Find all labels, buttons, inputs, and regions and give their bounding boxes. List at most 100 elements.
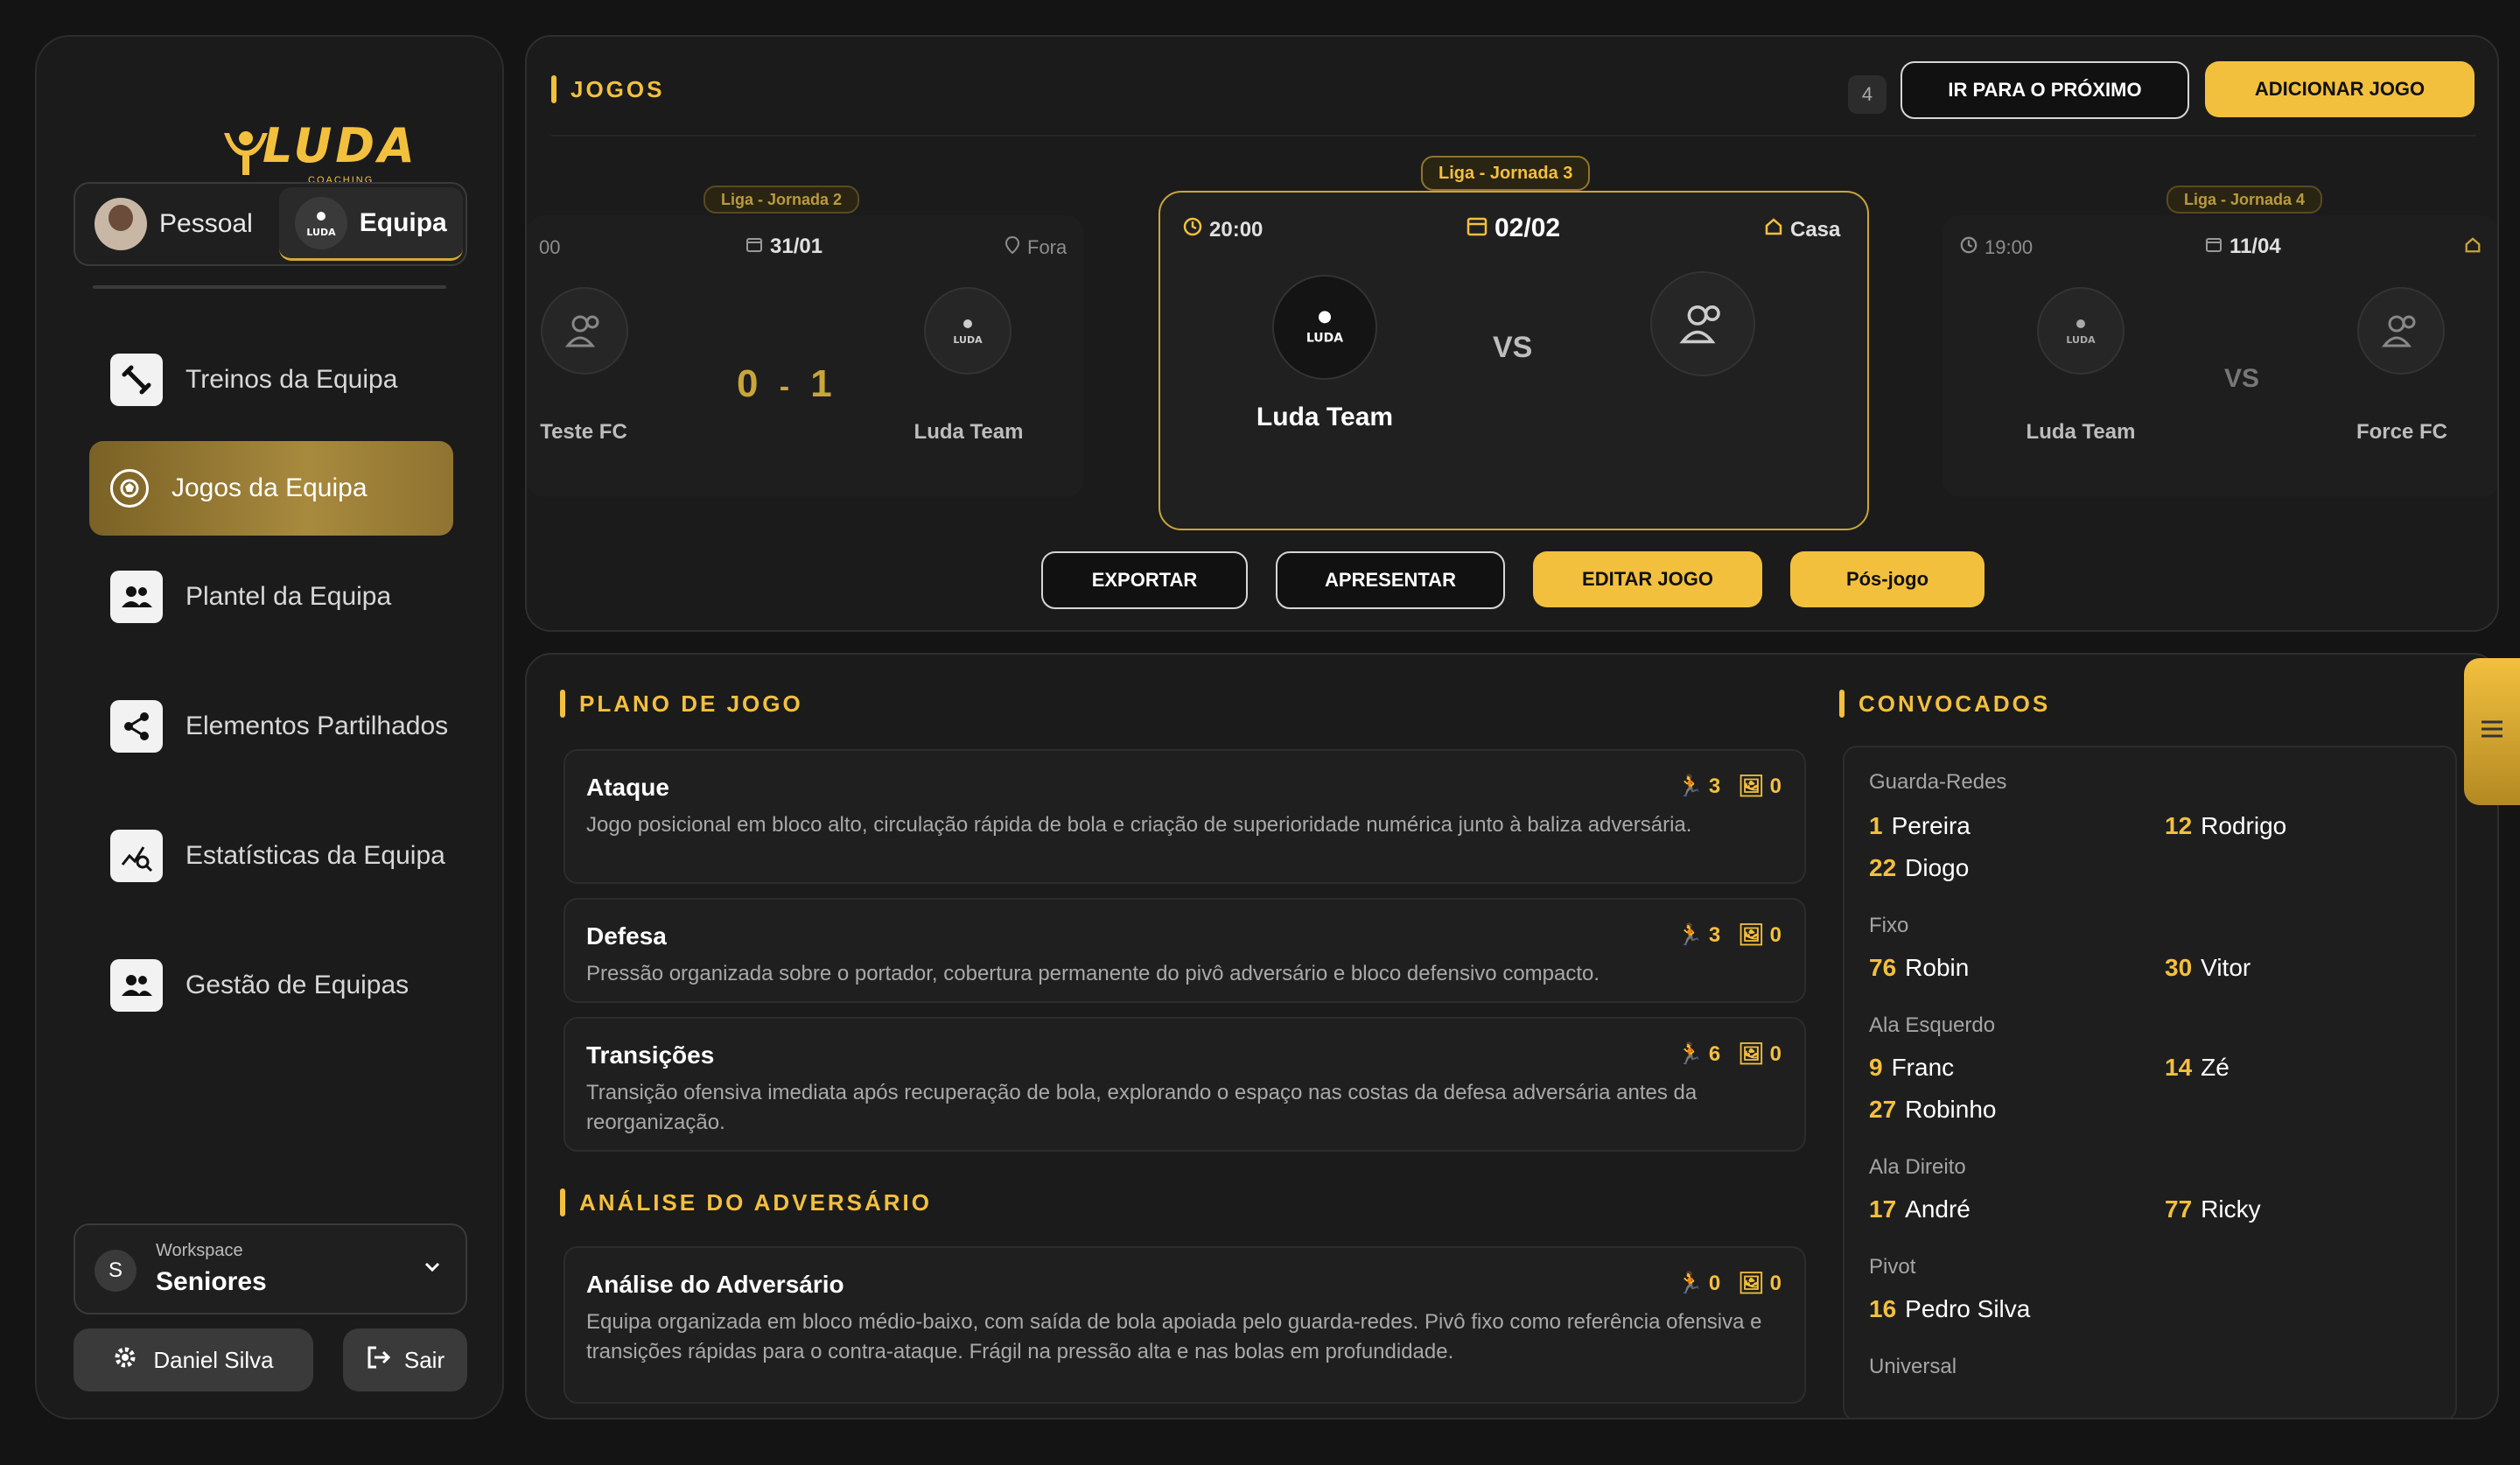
group-icon (110, 959, 163, 1012)
nav-plantel[interactable]: Plantel da Equipa (89, 550, 453, 644)
svg-text:LUDA: LUDA (953, 334, 983, 346)
away-team-name: Luda Team (914, 420, 1024, 444)
games-title-text: JOGOS (570, 75, 665, 102)
clock-icon (1960, 236, 1978, 259)
score-separator: - (779, 370, 795, 403)
divider (93, 285, 446, 289)
match-date-text: 11/04 (2230, 235, 2281, 258)
opponent-title-text: ANÁLISE DO ADVERSÁRIO (579, 1188, 932, 1216)
match-time-text: 19:00 (1984, 236, 2034, 258)
toggle-personal-label: Pessoal (159, 209, 253, 238)
post-game-button[interactable]: Pós-jogo (1790, 551, 1984, 607)
nav-estatisticas[interactable]: Estatísticas da Equipa (89, 809, 453, 903)
svg-text:LUDA: LUDA (2066, 334, 2096, 346)
nav-jogos[interactable]: Jogos da Equipa (89, 441, 453, 536)
nav-treinos[interactable]: Treinos da Equipa (89, 333, 453, 427)
add-game-button[interactable]: ADICIONAR JOGO (2205, 61, 2474, 117)
exercise-count: 3 (1708, 774, 1721, 798)
nav-label: Treinos da Equipa (186, 365, 398, 394)
player-item[interactable]: 1 Pereira (1869, 812, 1970, 840)
plan-item-title: Defesa (586, 922, 667, 950)
plan-item-description: Transição ofensiva imediata após recuper… (586, 1081, 1698, 1134)
team-logo-icon: LUDA (294, 196, 347, 249)
player-item[interactable]: 16 Pedro Silva (1869, 1295, 2030, 1323)
player-item[interactable]: 76 Robin (1869, 954, 1969, 982)
plan-item-stats: 🏃 6 🖼 0 (1677, 1041, 1782, 1067)
present-button[interactable]: APRESENTAR (1276, 551, 1505, 609)
nav-label: Gestão de Equipas (186, 971, 410, 999)
user-avatar (94, 198, 147, 250)
match-date: 11/04 (2205, 235, 2281, 259)
player-name: Robinho (1905, 1096, 1997, 1123)
calendar-icon (746, 235, 763, 259)
nav-gestao[interactable]: Gestão de Equipas (89, 938, 453, 1033)
calendar-icon (2205, 235, 2222, 259)
plan-item-card[interactable]: Defesa 🏃 3 🖼 0 Pressão organizada sobre o … (564, 898, 1806, 1003)
plan-title: PLANO DE JOGO (560, 690, 803, 718)
player-name: Pedro Silva (1905, 1295, 2031, 1322)
images-icon: 🖼 (1738, 1272, 1765, 1295)
next-game-button[interactable]: IR PARA O PRÓXIMO (1900, 61, 2189, 119)
toggle-team[interactable]: LUDA Equipa (278, 187, 463, 261)
player-item[interactable]: 27 Robinho (1869, 1096, 1996, 1124)
plan-item-card[interactable]: Ataque 🏃 3 🖼 0 Jogo posicional em bloco al… (564, 749, 1806, 884)
games-title: JOGOS (551, 75, 664, 103)
title-accent (560, 690, 565, 718)
match-card-current[interactable]: 20:00 02/02 Casa LUDA Luda Team VS (1158, 191, 1869, 530)
match-venue: Fora (1004, 235, 1067, 259)
side-panel-handle[interactable] (2464, 658, 2520, 805)
dumbbell-icon (110, 354, 163, 406)
running-icon: 🏃 (1676, 775, 1704, 798)
player-item[interactable]: 9 Franc (1869, 1054, 1954, 1082)
running-icon: 🏃 (1676, 1042, 1704, 1066)
running-icon: 🏃 (1676, 923, 1704, 947)
player-number: 1 (1869, 812, 1883, 839)
svg-text:LUDA: LUDA (306, 227, 336, 238)
share-icon (110, 700, 163, 753)
plan-item-description: Pressão organizada sobre o portador, cob… (586, 962, 1600, 985)
export-button[interactable]: EXPORTAR (1041, 551, 1248, 609)
player-name: Robin (1905, 954, 1970, 981)
edit-game-button[interactable]: EDITAR JOGO (1533, 551, 1762, 607)
toggle-personal[interactable]: Pessoal (79, 187, 269, 261)
opponent-analysis-card[interactable]: Análise do Adversário 🏃 0 🖼 0 Equipa organ… (564, 1246, 1806, 1404)
player-item[interactable]: 12 Rodrigo (2165, 812, 2286, 840)
match-card-past[interactable]: 00 31/01 Fora Teste FC 0 - 1 LUDA Luda T… (527, 215, 1083, 497)
player-item[interactable]: 17 André (1869, 1195, 1970, 1223)
opponent-card-title: Análise do Adversário (586, 1271, 844, 1298)
player-name: Zé (2201, 1054, 2230, 1081)
logout-button[interactable]: Sair (343, 1328, 467, 1391)
player-item[interactable]: 30 Vitor (2165, 954, 2250, 982)
position-label: Ala Direito (1869, 1155, 1966, 1179)
plan-item-card[interactable]: Transições 🏃 6 🖼 0 Transição ofensiva imed… (564, 1017, 1806, 1152)
player-name: André (1905, 1195, 1970, 1223)
plan-item-title: Transições (586, 1041, 715, 1069)
game-plan-panel: PLANO DE JOGO Ataque 🏃 3 🖼 0 Jogo posicion… (525, 653, 2499, 1419)
user-settings-button[interactable]: Daniel Silva (74, 1328, 313, 1391)
squad-list: Guarda-Redes 1 Pereira 12 Rodrigo 22 Diogo … (1843, 746, 2457, 1418)
home-icon (1764, 217, 1783, 242)
player-number: 77 (2165, 1195, 2193, 1223)
nav-label: Jogos da Equipa (172, 473, 368, 502)
workspace-select[interactable]: S Workspace Seniores (74, 1223, 467, 1314)
home-score: 0 (737, 362, 764, 405)
round-badge: Liga - Jornada 3 (1421, 156, 1591, 191)
team-logo-icon: LUDA (1272, 275, 1377, 380)
luda-logo[interactable]: LUDA COACHING APP (184, 91, 415, 196)
player-name: Rodrigo (2201, 812, 2287, 839)
player-number: 30 (2165, 954, 2193, 981)
player-item[interactable]: 14 Zé (2165, 1054, 2230, 1082)
logout-icon (366, 1344, 392, 1377)
home-team-name: Teste FC (540, 420, 627, 444)
player-item[interactable]: 77 Ricky (2165, 1195, 2261, 1223)
home-team-name: Luda Team (1256, 403, 1394, 431)
logout-label: Sair (403, 1346, 445, 1373)
workspace-avatar: S (94, 1250, 136, 1292)
player-number: 9 (1869, 1054, 1883, 1081)
images-icon: 🖼 (1738, 1042, 1765, 1066)
nav-partilhados[interactable]: Elementos Partilhados (89, 679, 453, 774)
match-venue: Casa (1764, 217, 1840, 242)
position-label: Universal (1869, 1355, 1957, 1378)
match-card-next[interactable]: 19:00 11/04 LUDA Luda Team VS Force FC (1942, 215, 2497, 497)
player-item[interactable]: 22 Diogo (1869, 854, 1969, 882)
